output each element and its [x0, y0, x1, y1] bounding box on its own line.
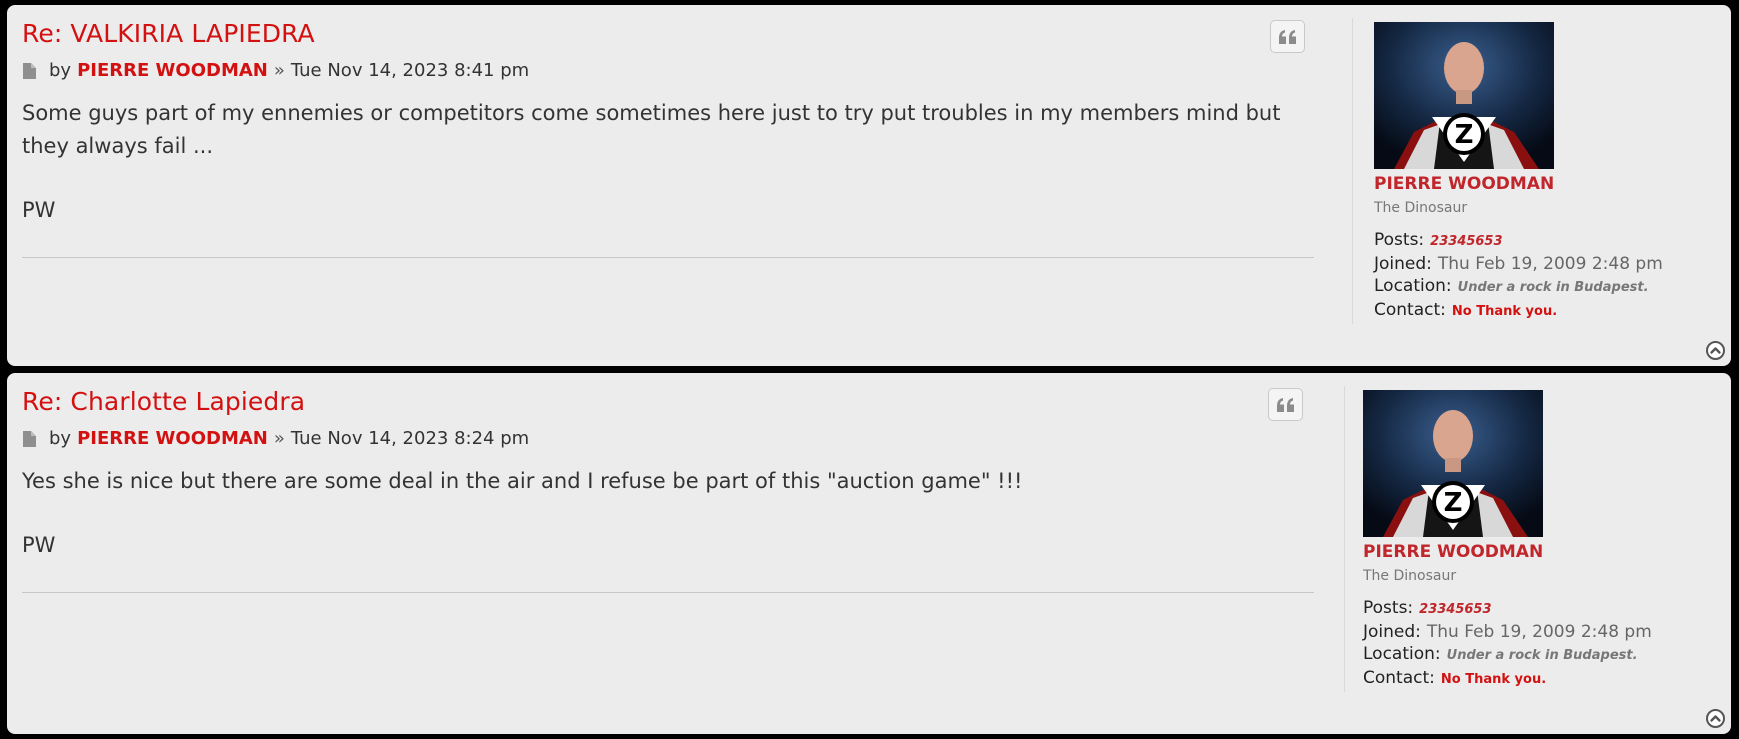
contact-label: Contact: [1374, 300, 1446, 320]
post-divider [22, 592, 1314, 593]
profile-details: Posts: 23345653 Joined: Thu Feb 19, 2009 2… [1374, 229, 1663, 323]
contact-value: No Thank you. [1451, 304, 1558, 319]
profile-contact-row: Contact: No Thank you. [1363, 667, 1652, 691]
profile-rank: The Dinosaur [1374, 200, 1468, 216]
meta-separator: » [273, 60, 285, 81]
joined-label: Joined: [1374, 254, 1432, 274]
by-label: by [49, 428, 72, 449]
joined-label: Joined: [1363, 622, 1421, 642]
avatar[interactable]: Z [1374, 22, 1554, 169]
contact-value: No Thank you. [1440, 672, 1547, 687]
post-body-text: Some guys part of my ennemies or competi… [22, 101, 1281, 158]
post-content: Yes she is nice but there are some deal … [22, 465, 1292, 562]
profile-username[interactable]: PIERRE WOODMAN [1363, 542, 1543, 562]
chevron-up-circle-icon [1706, 709, 1725, 728]
joined-value: Thu Feb 19, 2009 2:48 pm [1426, 622, 1652, 642]
file-icon[interactable] [22, 62, 37, 80]
profile-joined-row: Joined: Thu Feb 19, 2009 2:48 pm [1374, 253, 1663, 275]
quote-button[interactable] [1270, 20, 1305, 53]
post-author-link[interactable]: PIERRE WOODMAN [77, 428, 268, 449]
location-label: Location: [1374, 276, 1452, 296]
post-date: Tue Nov 14, 2023 8:41 pm [290, 60, 530, 81]
contact-label: Contact: [1363, 668, 1435, 688]
profile-posts-row: Posts: 23345653 [1363, 597, 1652, 621]
profile-rank: The Dinosaur [1363, 568, 1457, 584]
avatar-emblem: Z [1444, 488, 1463, 518]
location-label: Location: [1363, 644, 1441, 664]
quote-button[interactable] [1268, 388, 1303, 421]
by-label: by [49, 60, 72, 81]
profile-contact-row: Contact: No Thank you. [1374, 299, 1663, 323]
post-signature: PW [22, 198, 56, 222]
file-icon[interactable] [22, 430, 37, 448]
post-profile: Z PIERRE WOODMAN The Dinosaur Posts: 2334… [1344, 386, 1684, 692]
meta-separator: » [273, 428, 285, 449]
posts-label: Posts: [1363, 598, 1414, 618]
profile-location-row: Location: Under a rock in Budapest. [1374, 275, 1663, 299]
chevron-up-circle-icon [1706, 341, 1725, 360]
post-divider [22, 257, 1314, 258]
profile-details: Posts: 23345653 Joined: Thu Feb 19, 2009 2… [1363, 597, 1652, 691]
post-date: Tue Nov 14, 2023 8:24 pm [290, 428, 530, 449]
post-meta: by PIERRE WOODMAN » Tue Nov 14, 2023 8:4… [22, 60, 529, 81]
post-profile: Z PIERRE WOODMAN The Dinosaur Posts: 2334… [1352, 18, 1692, 324]
avatar-emblem: Z [1455, 120, 1474, 150]
posts-count-link[interactable]: 23345653 [1430, 234, 1502, 249]
profile-posts-row: Posts: 23345653 [1374, 229, 1663, 253]
post-title[interactable]: Re: Charlotte Lapiedra [22, 387, 305, 416]
profile-location-row: Location: Under a rock in Budapest. [1363, 643, 1652, 667]
back-to-top-button[interactable] [1706, 341, 1725, 360]
post-body-text: Yes she is nice but there are some deal … [22, 469, 1023, 493]
post-1: Re: VALKIRIA LAPIEDRA by PIERRE WOODMAN … [7, 5, 1731, 366]
posts-count-link[interactable]: 23345653 [1419, 602, 1491, 617]
post-title[interactable]: Re: VALKIRIA LAPIEDRA [22, 19, 315, 48]
profile-username[interactable]: PIERRE WOODMAN [1374, 174, 1554, 194]
posts-label: Posts: [1374, 230, 1425, 250]
location-value: Under a rock in Budapest. [1457, 280, 1649, 295]
post-signature: PW [22, 533, 56, 557]
post-2: Re: Charlotte Lapiedra by PIERRE WOODMAN… [7, 373, 1731, 734]
post-meta: by PIERRE WOODMAN » Tue Nov 14, 2023 8:2… [22, 428, 529, 449]
location-value: Under a rock in Budapest. [1446, 648, 1638, 663]
profile-joined-row: Joined: Thu Feb 19, 2009 2:48 pm [1363, 621, 1652, 643]
joined-value: Thu Feb 19, 2009 2:48 pm [1437, 254, 1663, 274]
quote-icon [1276, 397, 1294, 412]
quote-icon [1278, 29, 1296, 44]
post-content: Some guys part of my ennemies or competi… [22, 97, 1292, 227]
post-author-link[interactable]: PIERRE WOODMAN [77, 60, 268, 81]
back-to-top-button[interactable] [1706, 709, 1725, 728]
avatar[interactable]: Z [1363, 390, 1543, 537]
